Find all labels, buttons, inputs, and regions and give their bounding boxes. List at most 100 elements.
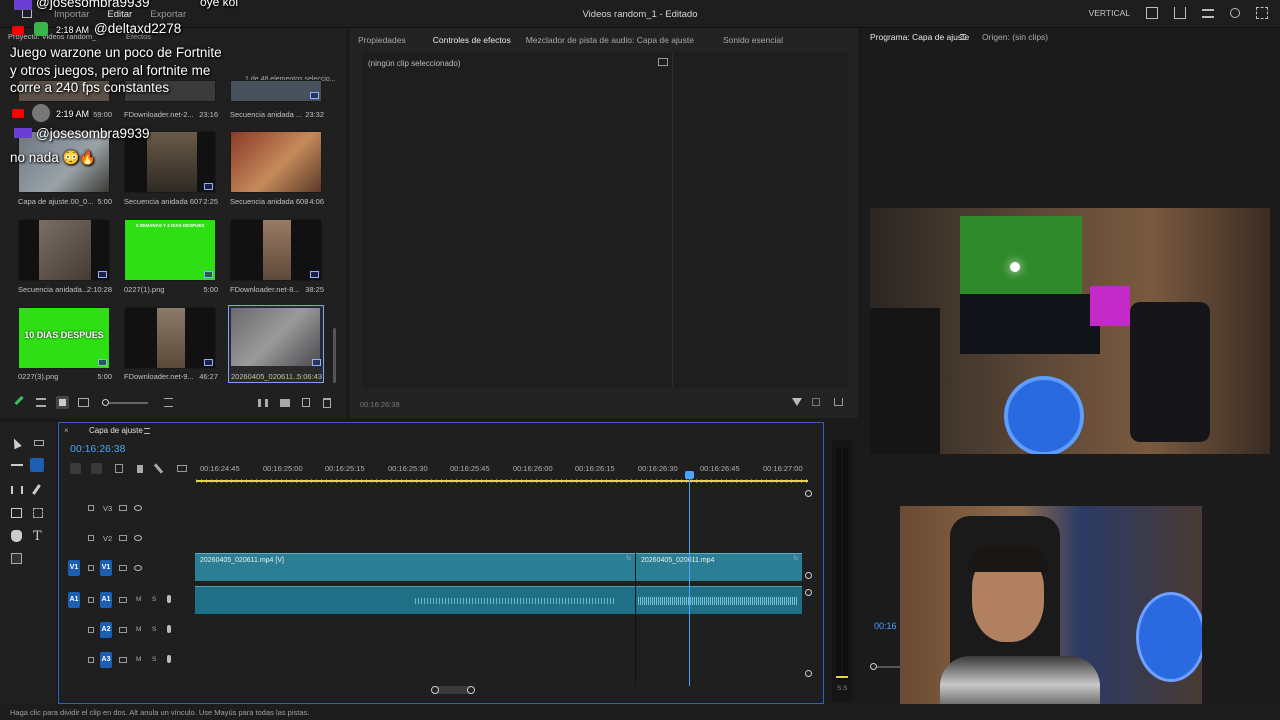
wrench-icon[interactable] bbox=[153, 463, 164, 474]
lock-icon[interactable] bbox=[88, 565, 94, 571]
mute-button[interactable]: M bbox=[136, 626, 141, 633]
thumbnail[interactable] bbox=[230, 80, 322, 102]
solo-button[interactable]: S bbox=[152, 656, 156, 663]
solo-button[interactable]: S bbox=[152, 626, 156, 633]
caption-tool-icon[interactable] bbox=[11, 553, 22, 564]
lock-icon[interactable] bbox=[88, 597, 94, 603]
lock-icon[interactable] bbox=[88, 657, 94, 663]
microphone-icon[interactable] bbox=[167, 595, 171, 603]
thumbnail[interactable]: 3 SEMANAS Y 4 DIAS DESPUES bbox=[124, 219, 216, 281]
playhead[interactable] bbox=[689, 472, 690, 686]
play-only-icon[interactable] bbox=[812, 398, 820, 406]
rectangle-tool-icon[interactable] bbox=[11, 508, 22, 518]
source-patch-a1[interactable]: A1 bbox=[68, 592, 80, 608]
menu-icon[interactable] bbox=[1202, 8, 1214, 18]
marker-icon[interactable] bbox=[115, 464, 123, 473]
razor-tool-icon[interactable] bbox=[30, 458, 44, 472]
playhead-handle[interactable] bbox=[685, 471, 694, 479]
eye-icon[interactable] bbox=[134, 565, 142, 571]
thumbnail[interactable] bbox=[230, 131, 322, 193]
zoom-slider[interactable] bbox=[102, 399, 148, 406]
sync-lock-icon[interactable] bbox=[119, 565, 127, 571]
track-target-v1[interactable]: V1 bbox=[100, 560, 112, 576]
linked-icon[interactable] bbox=[91, 463, 102, 474]
snap-icon[interactable] bbox=[70, 463, 81, 474]
add-marker-icon[interactable] bbox=[137, 465, 143, 473]
source-patch-v1[interactable]: V1 bbox=[68, 560, 80, 576]
track-target-a2[interactable]: A2 bbox=[100, 622, 112, 638]
search-icon[interactable] bbox=[1230, 8, 1240, 18]
lock-icon[interactable] bbox=[88, 627, 94, 633]
track-select-icon[interactable] bbox=[34, 440, 44, 446]
thumbnail[interactable] bbox=[230, 219, 322, 281]
timeline-scrollbar[interactable] bbox=[431, 686, 475, 694]
track-target-a3[interactable]: A3 bbox=[100, 652, 112, 668]
project-scrollbar[interactable] bbox=[333, 328, 336, 383]
folder-icon[interactable] bbox=[280, 399, 290, 407]
sequence-menu-icon[interactable] bbox=[144, 428, 150, 434]
program-tab[interactable]: Programa: Capa de ajuste bbox=[870, 32, 969, 42]
trash-icon[interactable] bbox=[323, 398, 331, 408]
list-view-icon[interactable] bbox=[36, 398, 46, 407]
microphone-icon[interactable] bbox=[167, 625, 171, 633]
mute-button[interactable]: M bbox=[136, 656, 141, 663]
panel-toggle-icon[interactable] bbox=[658, 58, 668, 66]
lock-icon[interactable] bbox=[88, 505, 94, 511]
eye-icon[interactable] bbox=[134, 535, 142, 541]
source-tab[interactable]: Origen: (sin clips) bbox=[982, 32, 1048, 42]
captions-icon[interactable] bbox=[177, 465, 187, 472]
thumbnail[interactable] bbox=[124, 307, 216, 369]
timeline-timecode[interactable]: 00:16:26:38 bbox=[70, 443, 125, 455]
freeform-view-icon[interactable] bbox=[78, 398, 89, 407]
icon-view-icon[interactable] bbox=[56, 396, 69, 409]
track-end-handle[interactable] bbox=[805, 490, 812, 497]
pencil-icon[interactable] bbox=[14, 395, 24, 406]
work-area-bar[interactable] bbox=[196, 480, 808, 482]
fullscreen-icon[interactable] bbox=[1256, 7, 1268, 19]
thumbnail[interactable] bbox=[18, 219, 110, 281]
slip-tool-icon[interactable] bbox=[33, 508, 43, 518]
ripple-tool-icon[interactable] bbox=[11, 486, 23, 494]
video-clip[interactable]: 20260405_020611.mp4 [V] fx bbox=[195, 553, 635, 581]
solo-button[interactable]: S bbox=[152, 596, 156, 603]
move-tool-icon[interactable] bbox=[11, 464, 23, 466]
solo-meter-label[interactable]: S S bbox=[837, 685, 847, 692]
lock-icon[interactable] bbox=[88, 535, 94, 541]
audio-clip[interactable] bbox=[195, 586, 635, 614]
track-target-a1[interactable]: A1 bbox=[100, 592, 112, 608]
new-item-icon[interactable] bbox=[302, 398, 310, 407]
workspace-label[interactable]: VERTICAL bbox=[1089, 8, 1130, 18]
program-menu-icon[interactable] bbox=[960, 34, 966, 40]
share-icon[interactable] bbox=[1174, 7, 1186, 19]
program-scrub[interactable] bbox=[870, 663, 902, 670]
pen-tool-icon[interactable] bbox=[32, 484, 41, 495]
selection-tool-icon[interactable] bbox=[10, 436, 22, 450]
time-ruler[interactable]: 00:16:24:45 00:16:25:00 00:16:25:15 00:1… bbox=[196, 461, 808, 483]
microphone-icon[interactable] bbox=[167, 655, 171, 663]
filter-icon[interactable] bbox=[792, 398, 802, 406]
sync-lock-icon[interactable] bbox=[119, 597, 127, 603]
export-icon[interactable] bbox=[834, 398, 843, 406]
tab-effect-controls[interactable]: Controles de efectos bbox=[433, 35, 511, 45]
panel-icon[interactable] bbox=[1146, 7, 1158, 19]
automate-icon[interactable] bbox=[258, 399, 268, 407]
sync-lock-icon[interactable] bbox=[119, 505, 127, 511]
tab-audio-mixer[interactable]: Mezclador de pista de audio: Capa de aju… bbox=[526, 35, 694, 45]
sync-lock-icon[interactable] bbox=[119, 657, 127, 663]
track-end-handle[interactable] bbox=[805, 589, 812, 596]
tab-essential-sound[interactable]: Sonido esencial bbox=[723, 35, 783, 45]
video-clip[interactable]: 20260405_020611.mp4 fx bbox=[636, 553, 802, 581]
mute-button[interactable]: M bbox=[136, 596, 141, 603]
eye-icon[interactable] bbox=[134, 505, 142, 511]
sort-icon[interactable] bbox=[164, 398, 173, 407]
track-end-handle[interactable] bbox=[805, 670, 812, 677]
hand-tool-icon[interactable] bbox=[11, 530, 22, 542]
thumbnail[interactable]: 10 DIAS DESPUES bbox=[18, 307, 110, 369]
sync-lock-icon[interactable] bbox=[119, 535, 127, 541]
tab-properties[interactable]: Propiedades bbox=[358, 35, 406, 45]
audio-clip[interactable] bbox=[636, 586, 802, 614]
track-end-handle[interactable] bbox=[805, 572, 812, 579]
sequence-tab[interactable]: Capa de ajuste bbox=[89, 426, 143, 435]
text-tool-icon[interactable]: T bbox=[33, 529, 42, 544]
sync-lock-icon[interactable] bbox=[119, 627, 127, 633]
